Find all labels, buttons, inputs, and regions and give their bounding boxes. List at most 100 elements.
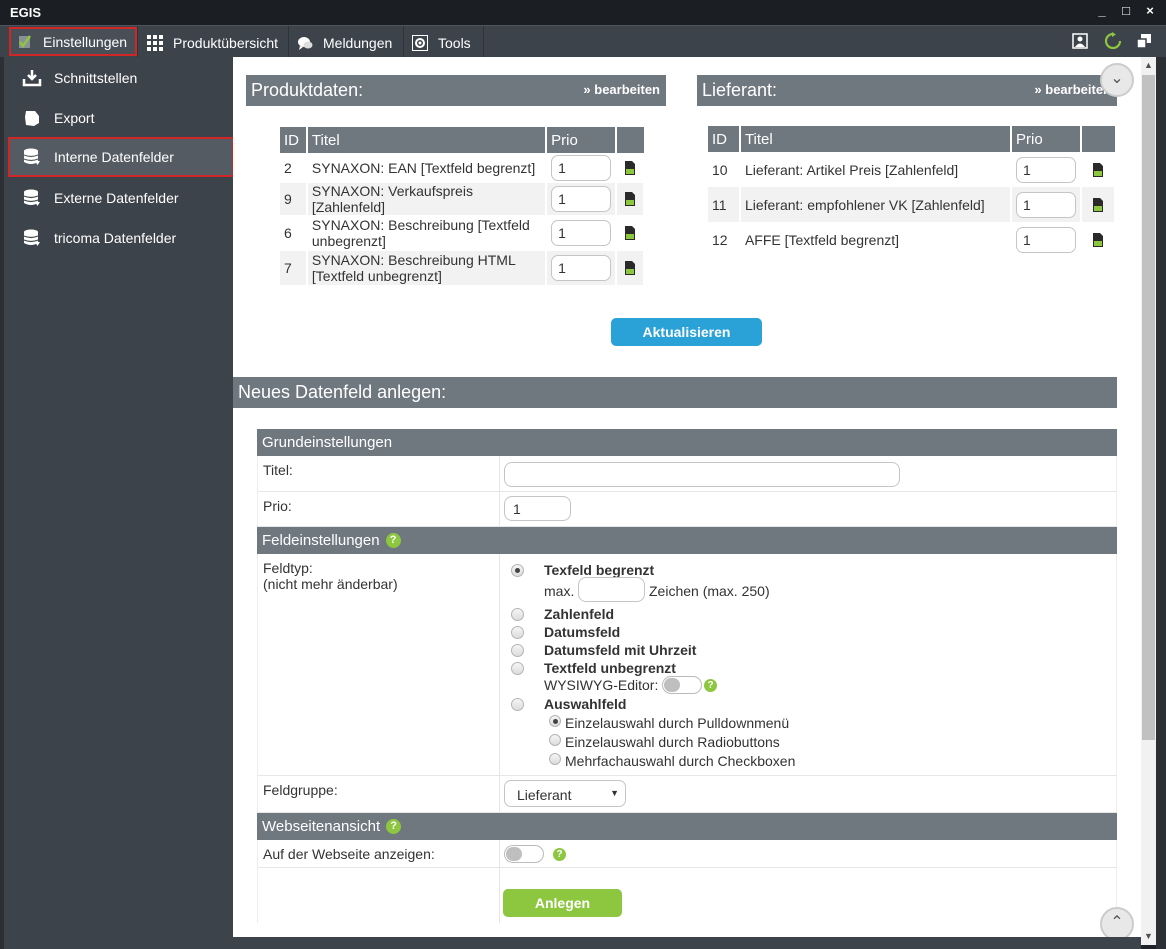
document-icon[interactable] [624, 161, 636, 175]
prio-input[interactable] [1016, 191, 1077, 218]
cell-id: 2 [280, 153, 308, 183]
grid-icon [147, 34, 163, 51]
cell-titel: SYNAXON: Beschreibung HTML [Textfeld unb… [306, 251, 548, 285]
radio-einzel-pulldown[interactable] [549, 715, 561, 727]
help-icon[interactable]: ? [385, 533, 401, 548]
document-icon[interactable] [624, 192, 636, 206]
feldgruppe-select[interactable]: Lieferant ▼ [504, 780, 626, 807]
document-icon[interactable] [624, 226, 636, 240]
check-icon [19, 34, 32, 48]
cell-titel: SYNAXON: EAN [Textfeld begrenzt] [306, 153, 548, 183]
sidebar-item-externe-datenfelder[interactable]: Externe Datenfelder [8, 179, 234, 217]
menu-separator [137, 26, 138, 57]
sidebar-item-interne-datenfelder[interactable]: Interne Datenfelder [8, 137, 234, 177]
database-icon [23, 229, 40, 246]
sidebar-item-label: tricoma Datenfelder [54, 230, 177, 246]
titel-input[interactable] [504, 462, 900, 487]
wysiwyg-label: WYSIWYG-Editor: [544, 677, 659, 693]
scroll-down-arrow-icon[interactable]: ▼ [1144, 931, 1153, 941]
feldgruppe-row: Feldgruppe: Lieferant ▼ [257, 776, 1117, 813]
scrollbar-thumb[interactable] [1142, 75, 1155, 740]
document-icon[interactable] [1092, 232, 1104, 247]
document-icon[interactable] [624, 261, 636, 275]
window-icon[interactable] [1136, 33, 1152, 49]
scroll-up-arrow-icon[interactable]: ▲ [1144, 60, 1153, 70]
feldeinstellungen-header: Feldeinstellungen ? [257, 527, 1117, 554]
minimize-button[interactable]: _ [1096, 3, 1108, 19]
menu-meldungen[interactable]: Meldungen [289, 29, 400, 56]
menu-meldungen-label: Meldungen [323, 34, 393, 51]
menu-tools-label: Tools [438, 34, 471, 51]
prio-input[interactable] [551, 255, 612, 281]
radio-zahlenfeld[interactable] [511, 608, 524, 621]
menu-tools[interactable]: Tools [404, 29, 479, 56]
menu-produktuebersicht-label: Produktübersicht [173, 34, 279, 51]
row-separator [499, 492, 500, 526]
help-icon[interactable]: ? [704, 679, 717, 692]
webseite-anzeigen-toggle[interactable] [504, 845, 544, 863]
max-zeichen-input[interactable] [578, 577, 645, 602]
prio-field[interactable] [504, 496, 571, 521]
cell-prio [546, 251, 618, 285]
close-button[interactable]: × [1144, 3, 1156, 19]
document-icon[interactable] [1092, 197, 1104, 212]
user-icon[interactable] [1072, 33, 1088, 49]
radio-einzel-radiobuttons[interactable] [549, 734, 561, 746]
prio-input[interactable] [551, 220, 612, 246]
sidebar-item-label: Externe Datenfelder [54, 190, 179, 206]
sidebar-item-export[interactable]: Export [8, 99, 234, 137]
col-header-prio: Prio [1011, 126, 1083, 152]
help-icon[interactable]: ? [553, 848, 566, 861]
sidebar-item-label: Export [54, 110, 95, 126]
prio-row: Prio: [257, 492, 1117, 527]
produktdaten-edit-link[interactable]: » bearbeiten [583, 82, 660, 97]
radio-datumsfeld[interactable] [511, 626, 524, 639]
prio-input[interactable] [551, 155, 612, 181]
radio-mehrfach-checkboxen[interactable] [549, 753, 561, 765]
scroll-down-button[interactable]: ⌄ [1100, 63, 1134, 97]
radio-datumsfeld-uhrzeit[interactable] [511, 644, 524, 657]
cell-action [616, 215, 645, 251]
sidebar-item-tricoma-datenfelder[interactable]: tricoma Datenfelder [8, 219, 234, 257]
lieferant-edit-link[interactable]: » bearbeiten [1034, 82, 1111, 97]
sidebar-item-schnittstellen[interactable]: Schnittstellen [8, 59, 234, 97]
wysiwyg-toggle[interactable] [662, 676, 702, 694]
cell-titel: SYNAXON: Verkaufspreis [Zahlenfeld] [306, 183, 548, 215]
anlegen-button[interactable]: Anlegen [503, 889, 622, 917]
grundeinstellungen-title: Grundeinstellungen [262, 434, 393, 451]
radio-auswahlfeld[interactable] [511, 698, 524, 711]
window-border [233, 937, 1141, 949]
radio-texfeld-begrenzt[interactable] [511, 564, 524, 577]
table-row: 12 AFFE [Textfeld begrenzt] [708, 222, 1116, 257]
row-separator [499, 776, 500, 812]
menu-einstellungen[interactable]: Einstellungen [9, 27, 138, 56]
aktualisieren-button[interactable]: Aktualisieren [611, 318, 762, 346]
col-header-id: ID [708, 126, 741, 152]
window-title: EGIS [10, 5, 42, 20]
table-row: 11 Lieferant: empfohlener VK [Zahlenfeld… [708, 187, 1116, 222]
scroll-top-button[interactable]: ⌃ [1100, 907, 1134, 937]
lieferant-title: Lieferant: [702, 80, 778, 100]
cell-id: 7 [280, 251, 308, 285]
col-header-prio: Prio [546, 127, 618, 153]
prio-input[interactable] [551, 186, 612, 212]
cell-titel: Lieferant: empfohlener VK [Zahlenfeld] [739, 187, 1013, 222]
vertical-scrollbar[interactable]: ▲ ▼ [1141, 57, 1156, 945]
prio-input[interactable] [1016, 156, 1077, 183]
feldtyp-label: Feldtyp: [263, 560, 313, 576]
cell-id: 10 [708, 152, 741, 187]
help-icon[interactable]: ? [386, 819, 402, 834]
chevron-down-icon: ⌄ [1110, 70, 1124, 87]
grundeinstellungen-header: Grundeinstellungen [257, 429, 1117, 456]
radio-textfeld-unbegrenzt[interactable] [511, 662, 524, 675]
cell-action [1081, 222, 1116, 257]
menu-produktuebersicht[interactable]: Produktübersicht [139, 29, 286, 56]
cell-action [1081, 152, 1116, 187]
table-row: 2 SYNAXON: EAN [Textfeld begrenzt] [280, 153, 645, 183]
refresh-icon[interactable] [1104, 32, 1122, 50]
radio-texfeld-begrenzt-label: Texfeld begrenzt [544, 562, 655, 578]
maximize-button[interactable]: □ [1120, 3, 1132, 19]
menu-einstellungen-label: Einstellungen [43, 33, 128, 50]
document-icon[interactable] [1092, 162, 1104, 177]
prio-input[interactable] [1016, 226, 1077, 253]
